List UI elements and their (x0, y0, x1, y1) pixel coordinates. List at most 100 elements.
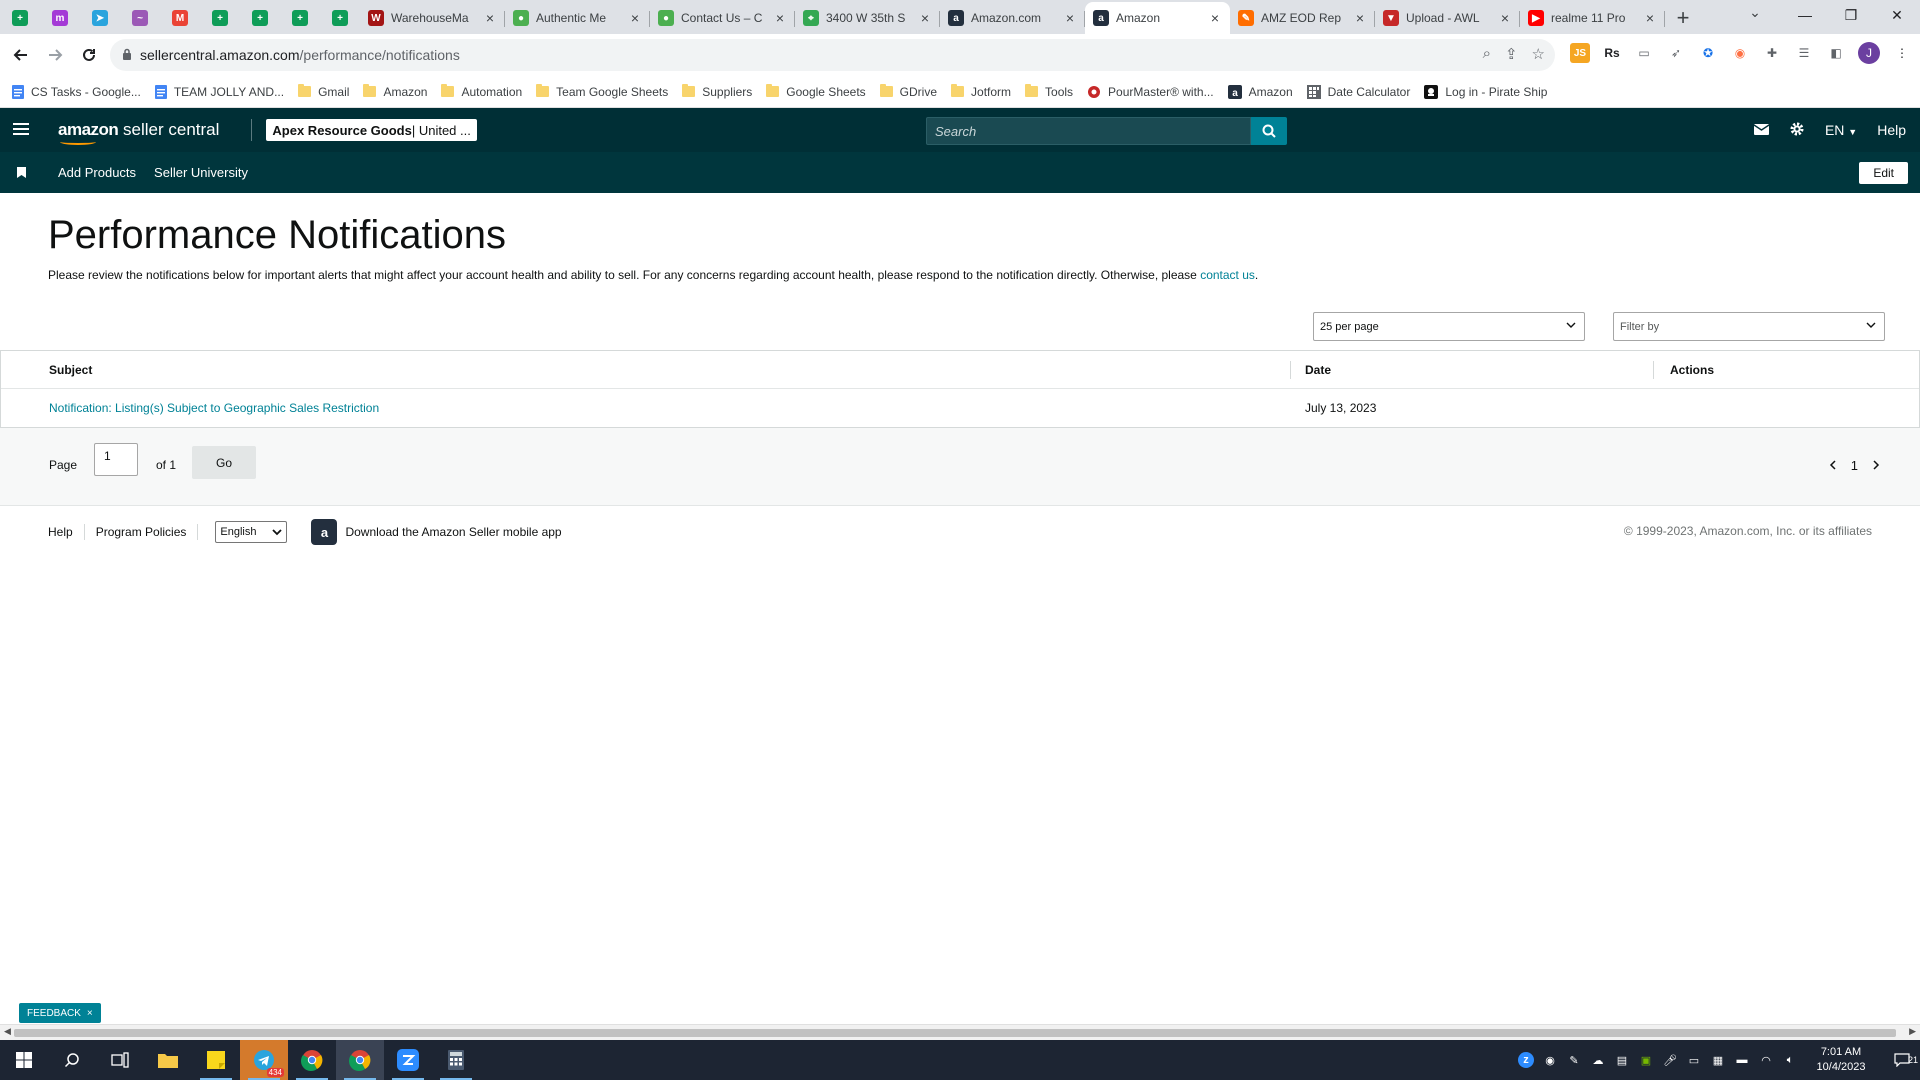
current-page-number[interactable]: 1 (1851, 458, 1858, 473)
edit-button[interactable]: Edit (1859, 162, 1908, 184)
telegram-icon[interactable]: 434 (240, 1040, 288, 1080)
tab-active[interactable]: a Amazon × (1085, 2, 1230, 34)
footer-program-policies-link[interactable]: Program Policies (96, 525, 187, 539)
orange-extension-icon[interactable]: ◉ (1730, 43, 1750, 63)
column-header-date[interactable]: Date (1305, 363, 1331, 377)
task-view-icon[interactable] (96, 1040, 144, 1080)
display-icon[interactable]: ▭ (1686, 1052, 1702, 1068)
pinned-tab[interactable]: m (40, 2, 80, 34)
footer-language-select[interactable]: English (215, 521, 288, 543)
bookmark-item[interactable]: Tools (1025, 84, 1073, 99)
bookmark-item[interactable]: Team Google Sheets (536, 84, 668, 99)
back-arrow-icon[interactable] (4, 38, 38, 72)
chrome-icon[interactable] (288, 1040, 336, 1080)
wifi-icon[interactable]: ◠ (1758, 1052, 1774, 1068)
scroll-left-icon[interactable]: ◀ (4, 1026, 11, 1037)
bookmark-item[interactable]: Jotform (951, 84, 1011, 99)
share-icon[interactable]: ⇪ (1505, 45, 1518, 63)
chrome-tray-icon[interactable]: ◉ (1542, 1052, 1558, 1068)
microphone-icon[interactable]: 🎤︎ (1662, 1052, 1678, 1068)
sticky-notes-icon[interactable] (192, 1040, 240, 1080)
bookmark-item[interactable]: Date Calculator (1306, 84, 1410, 99)
rs-extension-icon[interactable]: Rs (1602, 43, 1622, 63)
tab-close-icon[interactable]: × (1063, 10, 1077, 26)
pinned-tab[interactable]: + (200, 2, 240, 34)
language-selector[interactable]: EN ▼ (1825, 122, 1857, 138)
per-page-select[interactable]: 25 per page (1313, 312, 1585, 341)
onedrive-icon[interactable]: ☁ (1590, 1052, 1606, 1068)
reload-icon[interactable] (72, 38, 106, 72)
calculator-icon[interactable] (432, 1040, 480, 1080)
star-bookmark-icon[interactable]: ☆ (1532, 45, 1545, 63)
chrome-profile-icon[interactable] (336, 1040, 384, 1080)
bookmark-item[interactable]: Google Sheets (766, 84, 866, 99)
profile-avatar[interactable]: J (1858, 42, 1880, 64)
browser-tab[interactable]: W WarehouseMa × (360, 2, 505, 34)
side-panel-icon[interactable]: ◧ (1826, 43, 1846, 63)
app-tray-icon[interactable]: ▤ (1614, 1052, 1630, 1068)
gear-icon[interactable] (1789, 121, 1805, 140)
tab-search-chevron-icon[interactable]: ⌄ (1740, 4, 1770, 21)
lock-icon[interactable] (122, 48, 140, 63)
tab-close-icon[interactable]: × (918, 10, 932, 26)
zoom-tray-icon[interactable]: z (1518, 1052, 1534, 1068)
bookmark-item[interactable]: Gmail (298, 84, 349, 99)
zoom-icon[interactable]: ⌕ (1483, 45, 1491, 63)
pinned-tab[interactable]: + (280, 2, 320, 34)
js-extension-icon[interactable]: JS (1570, 43, 1590, 63)
download-app-link[interactable]: a Download the Amazon Seller mobile app (311, 519, 562, 545)
bookmark-item[interactable]: PourMaster® with... (1087, 85, 1214, 99)
close-window-icon[interactable]: ✕ (1874, 0, 1920, 30)
off-extension-icon[interactable]: ▭ (1634, 43, 1654, 63)
media-control-icon[interactable]: ☰ (1794, 43, 1814, 63)
bookmark-icon[interactable] (0, 167, 42, 178)
bookmark-item[interactable]: GDrive (879, 84, 937, 99)
next-page-icon[interactable] (1872, 458, 1880, 473)
pinned-tab[interactable]: M (160, 2, 200, 34)
contact-us-link[interactable]: contact us (1200, 268, 1255, 282)
seller-central-logo[interactable]: amazon seller central (58, 120, 219, 145)
search-button[interactable] (1251, 117, 1287, 145)
browser-tab[interactable]: ● Authentic Me × (505, 2, 650, 34)
tab-close-icon[interactable]: × (628, 10, 642, 26)
browser-tab[interactable]: ▼ Upload - AWL × (1375, 2, 1520, 34)
column-header-subject[interactable]: Subject (49, 363, 92, 377)
bookmark-item[interactable]: TEAM JOLLY AND... (154, 84, 284, 99)
start-windows-icon[interactable] (0, 1040, 48, 1080)
address-bar[interactable]: sellercentral.amazon.com/performance/not… (110, 39, 1555, 71)
scrollbar-thumb[interactable] (14, 1029, 1896, 1037)
zoom-app-icon[interactable] (384, 1040, 432, 1080)
notification-center-icon[interactable]: 21 (1884, 1053, 1920, 1067)
bookmark-item[interactable]: Amazon (363, 84, 427, 99)
browser-tab[interactable]: ✎ AMZ EOD Rep × (1230, 2, 1375, 34)
browser-tab[interactable]: a Amazon.com × (940, 2, 1085, 34)
seller-search-input[interactable]: Search (926, 117, 1251, 145)
pinned-tab[interactable]: ➤ (80, 2, 120, 34)
bookmark-item[interactable]: a Amazon (1227, 84, 1293, 99)
tab-close-icon[interactable]: × (1208, 10, 1222, 26)
previous-page-icon[interactable] (1829, 458, 1837, 473)
mail-icon[interactable] (1753, 122, 1770, 138)
restore-icon[interactable]: ❐ (1828, 0, 1874, 30)
tab-close-icon[interactable]: × (1498, 10, 1512, 26)
scroll-right-icon[interactable]: ▶ (1909, 1026, 1916, 1037)
file-explorer-icon[interactable] (144, 1040, 192, 1080)
subnav-seller-university[interactable]: Seller University (154, 165, 248, 180)
account-switcher[interactable]: Apex Resource Goods | United ... (266, 119, 477, 141)
network-adapter-icon[interactable]: ▦ (1710, 1052, 1726, 1068)
blue-extension-icon[interactable]: ✪ (1698, 43, 1718, 63)
new-tab-button[interactable]: + (1665, 2, 1701, 34)
puzzle-extensions-icon[interactable]: ✚ (1762, 43, 1782, 63)
notification-subject-link[interactable]: Notification: Listing(s) Subject to Geog… (49, 401, 379, 415)
bookmark-item[interactable]: Suppliers (682, 84, 752, 99)
feedback-close-icon[interactable]: × (87, 1008, 93, 1019)
hamburger-menu-icon[interactable] (0, 120, 42, 141)
footer-help-link[interactable]: Help (48, 525, 73, 539)
pinned-tab[interactable]: + (0, 2, 40, 34)
browser-tab[interactable]: ⌖ 3400 W 35th S × (795, 2, 940, 34)
page-number-input[interactable]: 1 (94, 443, 138, 476)
taskbar-clock[interactable]: 7:01 AM 10/4/2023 (1806, 1045, 1876, 1075)
go-button[interactable]: Go (192, 446, 256, 479)
pinned-tab[interactable]: + (320, 2, 360, 34)
minimize-icon[interactable]: — (1782, 0, 1828, 30)
